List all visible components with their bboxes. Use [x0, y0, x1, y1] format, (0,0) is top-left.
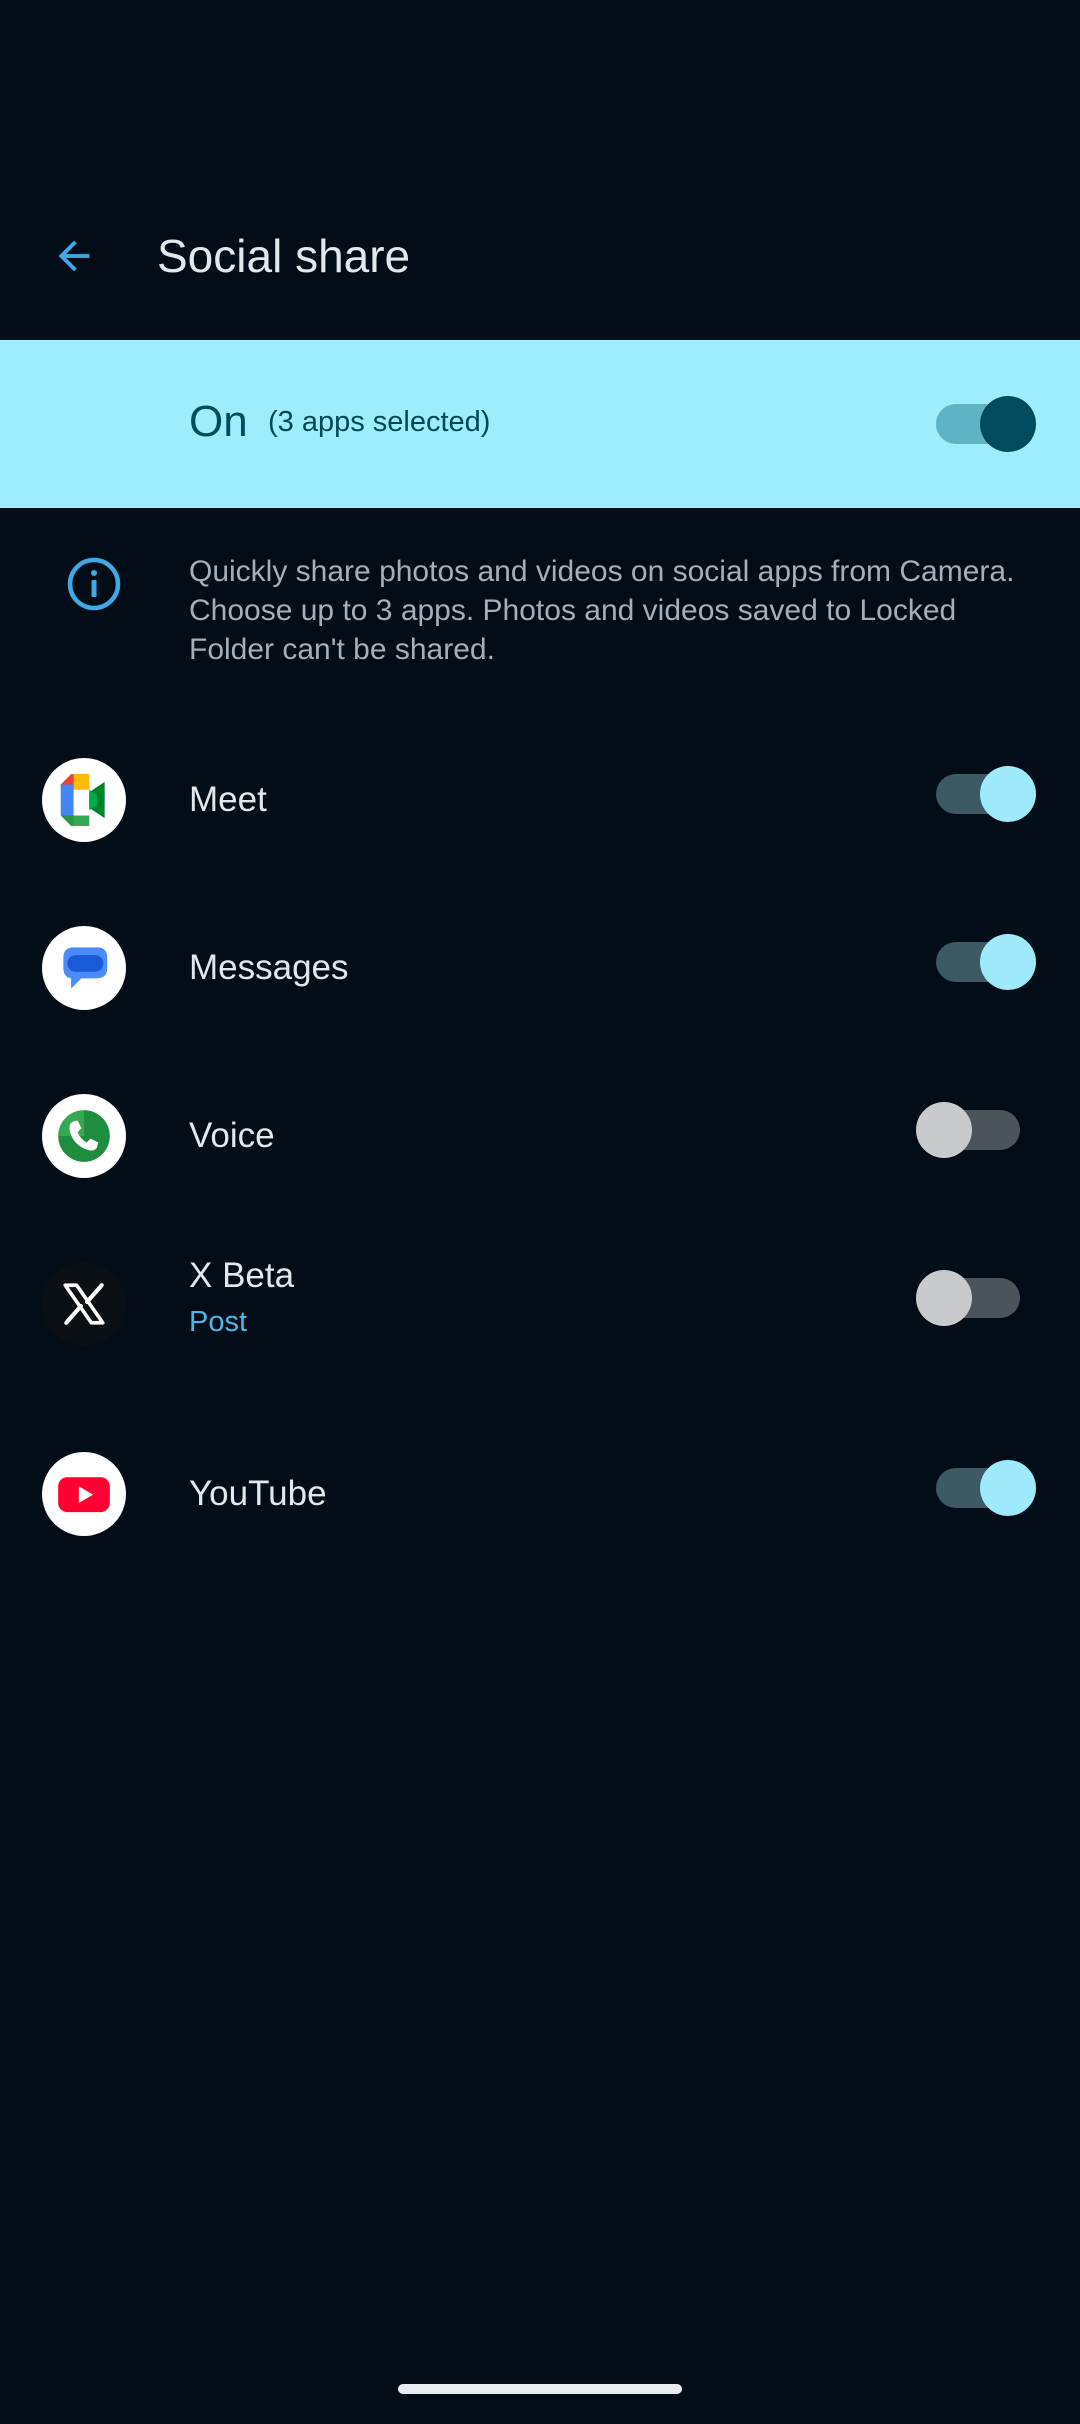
messages-toggle[interactable] [936, 934, 1036, 990]
master-switch-row[interactable]: On (3 apps selected) [0, 340, 1080, 508]
master-state-label: On [189, 397, 248, 446]
info-icon [66, 556, 122, 612]
app-row-x-beta[interactable]: X Beta Post [0, 1220, 1080, 1388]
meet-toggle[interactable] [936, 766, 1036, 822]
app-bar: Social share [0, 196, 1080, 316]
app-row-voice[interactable]: Voice [0, 1052, 1080, 1220]
toggle-thumb [916, 1270, 972, 1326]
app-name: YouTube [189, 1474, 327, 1513]
app-row-meet[interactable]: Meet [0, 716, 1080, 884]
toggle-thumb [980, 1460, 1036, 1516]
home-indicator[interactable] [398, 2384, 682, 2394]
youtube-icon [42, 1452, 126, 1536]
app-subtitle: Post [189, 1306, 248, 1338]
google-messages-icon [42, 926, 126, 1010]
google-meet-icon [42, 758, 126, 842]
app-row-messages[interactable]: Messages [0, 884, 1080, 1052]
toggle-thumb [980, 766, 1036, 822]
google-voice-icon [42, 1094, 126, 1178]
app-name: Voice [189, 1116, 275, 1155]
voice-toggle[interactable] [916, 1102, 1020, 1158]
x-icon [42, 1262, 126, 1346]
app-name: Messages [189, 948, 349, 987]
toggle-thumb [980, 934, 1036, 990]
youtube-toggle[interactable] [936, 1460, 1036, 1516]
selected-count-label: (3 apps selected) [268, 406, 491, 438]
app-row-youtube[interactable]: YouTube [0, 1400, 1080, 1568]
back-button[interactable] [36, 218, 112, 294]
x-beta-toggle[interactable] [916, 1270, 1020, 1326]
app-name: X Beta [189, 1256, 295, 1295]
app-name: Meet [189, 780, 267, 819]
status-bar [0, 0, 1080, 140]
toggle-thumb [916, 1102, 972, 1158]
info-description: Quickly share photos and videos on socia… [189, 555, 1015, 666]
toggle-thumb [980, 396, 1036, 452]
master-toggle[interactable] [936, 396, 1036, 452]
page-title: Social share [157, 230, 411, 282]
arrow-left-icon [58, 240, 90, 272]
